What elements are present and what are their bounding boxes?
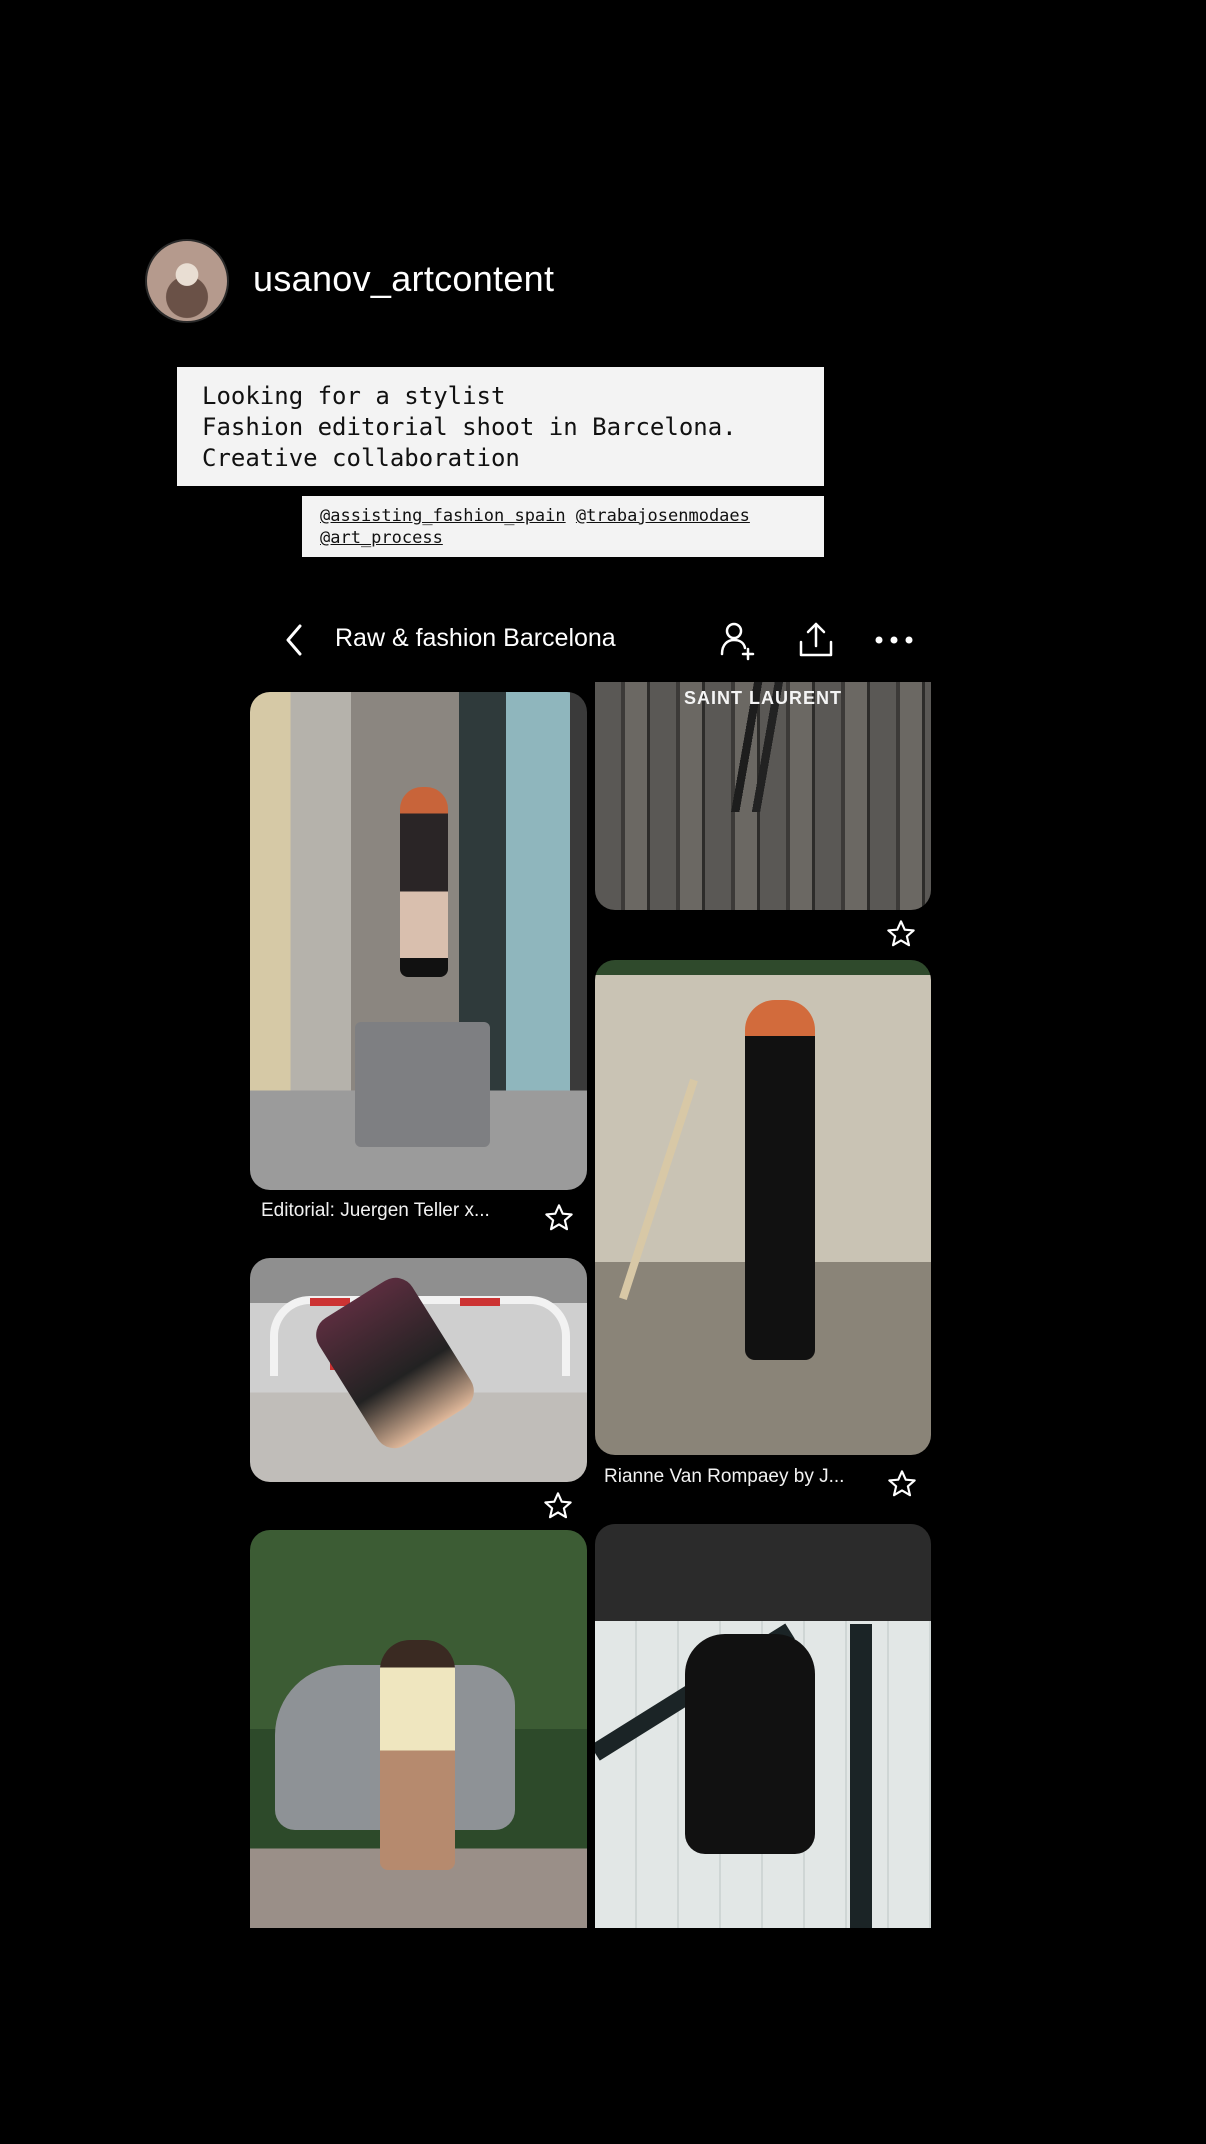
save-button[interactable] (886, 1468, 918, 1500)
mentions-sticker: @assisting_fashion_spain @trabajosenmoda… (302, 496, 824, 557)
profile-avatar[interactable] (145, 239, 229, 323)
add-person-icon (720, 622, 755, 661)
mention-link[interactable]: @art_process (320, 528, 443, 548)
pin-image[interactable] (595, 960, 931, 1455)
share-button[interactable] (796, 618, 836, 662)
share-icon (799, 622, 833, 657)
pin-image[interactable]: SAINT LAURENT (595, 682, 931, 910)
save-button[interactable] (542, 1490, 574, 1522)
pin-image[interactable] (250, 692, 587, 1190)
note-line-2: Fashion editorial shoot in Barcelona. (202, 413, 737, 441)
mention-link[interactable]: @trabajosenmodaes (576, 506, 750, 526)
mention-link[interactable]: @assisting_fashion_spain (320, 506, 566, 526)
save-button[interactable] (543, 1202, 575, 1234)
more-icon (875, 636, 913, 644)
star-icon (545, 1204, 573, 1231)
story-username[interactable]: usanov_artcontent (253, 258, 554, 300)
pin-overlay-text: SAINT LAURENT (684, 688, 842, 708)
note-line-3: Creative collaboration (202, 444, 520, 472)
text-sticker-main: Looking for a stylist Fashion editorial … (177, 367, 824, 486)
star-icon (888, 1470, 916, 1497)
star-icon (887, 920, 915, 947)
pin-caption[interactable]: Rianne Van Rompaey by J... (604, 1466, 844, 1488)
add-collaborator-button[interactable] (718, 618, 758, 662)
star-icon (544, 1492, 572, 1519)
pin-caption[interactable]: Editorial: Juergen Teller x... (261, 1200, 490, 1222)
back-button[interactable] (278, 618, 312, 662)
pin-image[interactable] (250, 1258, 587, 1482)
board-title: Raw & fashion Barcelona (335, 624, 616, 652)
more-options-button[interactable] (871, 618, 917, 662)
pin-image[interactable] (250, 1530, 587, 1928)
save-button[interactable] (885, 918, 917, 950)
chevron-left-icon (286, 624, 302, 656)
note-line-1: Looking for a stylist (202, 382, 506, 410)
pin-image[interactable] (595, 1524, 931, 1928)
